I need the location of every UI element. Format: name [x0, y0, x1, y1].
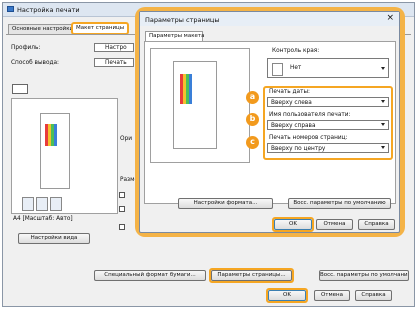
border-value: Нет [290, 65, 302, 71]
front-preview-area [150, 48, 250, 163]
print-date-value: Вверху слева [271, 99, 312, 106]
chevron-down-icon [381, 67, 385, 70]
chevron-down-icon [381, 123, 385, 126]
print-date-label: Печать даты: [269, 89, 311, 95]
back-preview-color-stripes [45, 124, 57, 146]
print-page-numbers-label: Печать номеров страниц: [269, 135, 348, 141]
view-toggle-icon[interactable] [12, 84, 28, 94]
print-date-select[interactable]: Вверху слева [267, 97, 389, 107]
back-preview-area [11, 98, 118, 214]
dialog-title: Параметры страницы [145, 16, 220, 24]
output-method-value: Печать [105, 60, 127, 66]
view-settings-button[interactable]: Настройки вида [18, 233, 90, 244]
special-paper-format-button[interactable]: Специальный формат бумаги... [94, 270, 206, 281]
profile-select[interactable]: Настро [94, 43, 134, 52]
front-preview-page [173, 61, 217, 149]
preview-caption: A4 [Масштаб: Авто] [13, 216, 73, 222]
output-method-select[interactable]: Печать [94, 58, 134, 67]
back-preview-page [40, 113, 70, 189]
cancel-button[interactable]: Отмена [314, 290, 350, 301]
close-icon[interactable]: × [386, 14, 394, 23]
dialog-restore-defaults-button[interactable]: Восс. параметры по умолчанию [288, 198, 391, 209]
border-label: Контроль края: [272, 48, 320, 54]
ok-button[interactable]: OK [268, 290, 306, 301]
border-select[interactable]: Нет [267, 58, 389, 78]
stack-icon[interactable] [22, 197, 34, 211]
badge-a: a [246, 91, 259, 104]
printer-icon [7, 6, 14, 12]
print-page-numbers-value: Вверху по центру [271, 145, 326, 152]
format-settings-button[interactable]: Настройки формата... [178, 198, 273, 209]
profile-value: Настро [105, 45, 127, 51]
front-preview-color-stripes [180, 74, 192, 104]
output-method-label: Способ вывода: [11, 60, 60, 66]
page-setup-button[interactable]: Параметры страницы... [211, 270, 292, 281]
print-user-value: Вверху справа [271, 122, 316, 129]
print-user-select[interactable]: Вверху справа [267, 120, 389, 130]
tab-basic-settings[interactable]: Основные настройки [8, 24, 78, 34]
page-options-dialog: Параметры страницы × Параметры макета Ко… [139, 11, 400, 233]
page-options-titlebar: Параметры страницы × [140, 12, 399, 26]
option-checkbox-2[interactable] [119, 206, 125, 212]
print-page-numbers-select[interactable]: Вверху по центру [267, 143, 389, 153]
window-title: Настройка печати [17, 6, 80, 14]
layout-icon[interactable] [36, 197, 48, 211]
badge-b: b [246, 113, 259, 126]
option-checkbox-1[interactable] [119, 192, 125, 198]
dialog-help-button[interactable]: Справка [358, 219, 395, 230]
option-checkbox-3[interactable] [119, 224, 125, 230]
chevron-down-icon [381, 146, 385, 149]
help-button[interactable]: Справка [355, 290, 392, 301]
restore-defaults-button[interactable]: Восс. параметры по умолчанию [319, 270, 409, 281]
dialog-cancel-button[interactable]: Отмена [316, 219, 353, 230]
badge-c: c [246, 136, 259, 149]
orientation-label: Ори [120, 136, 133, 142]
staple-icon[interactable] [50, 197, 62, 211]
border-page-icon [272, 63, 283, 76]
profile-label: Профиль: [11, 45, 41, 51]
dialog-ok-button[interactable]: OK [274, 219, 312, 230]
print-user-label: Имя пользователя печати: [269, 112, 351, 118]
chevron-down-icon [381, 100, 385, 103]
